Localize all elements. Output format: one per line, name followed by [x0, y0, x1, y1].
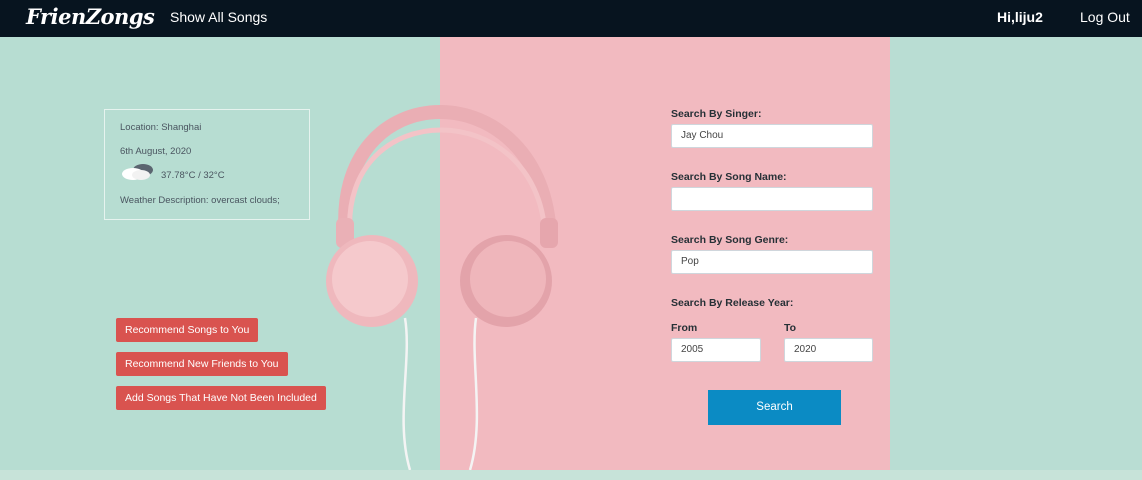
show-all-songs-link[interactable]: Show All Songs: [170, 9, 267, 25]
song-name-label: Search By Song Name:: [671, 171, 787, 183]
weather-date: 6th August, 2020: [120, 146, 192, 157]
recommend-songs-button[interactable]: Recommend Songs to You: [116, 318, 259, 342]
cloud-icon: [122, 164, 153, 180]
release-year-label: Search By Release Year:: [671, 297, 794, 309]
weather-panel: Location: Shanghai 6th August, 2020 37.7…: [104, 109, 310, 220]
genre-input[interactable]: Pop: [671, 250, 873, 274]
song-name-input[interactable]: [671, 187, 873, 211]
singer-input[interactable]: Jay Chou: [671, 124, 873, 148]
from-year-input[interactable]: 2005: [671, 338, 761, 362]
from-label: From: [671, 322, 698, 334]
weather-description: Weather Description: overcast clouds;: [120, 195, 280, 206]
to-year-input[interactable]: 2020: [784, 338, 873, 362]
user-greeting[interactable]: Hi,liju2: [997, 9, 1043, 25]
weather-temperature: 37.78°C / 32°C: [161, 170, 225, 181]
add-songs-button[interactable]: Add Songs That Have Not Been Included: [116, 386, 326, 410]
search-button[interactable]: Search: [708, 390, 841, 425]
brand-logo[interactable]: FrienZongs: [26, 4, 155, 29]
weather-location: Location: Shanghai: [120, 122, 202, 133]
footer-strip: [0, 470, 1142, 480]
logout-link[interactable]: Log Out: [1080, 9, 1130, 25]
top-navbar: FrienZongs Show All Songs Hi,liju2 Log O…: [0, 0, 1142, 37]
recommend-friends-button[interactable]: Recommend New Friends to You: [116, 352, 288, 376]
singer-label: Search By Singer:: [671, 108, 762, 120]
genre-label: Search By Song Genre:: [671, 234, 789, 246]
to-label: To: [784, 322, 797, 334]
